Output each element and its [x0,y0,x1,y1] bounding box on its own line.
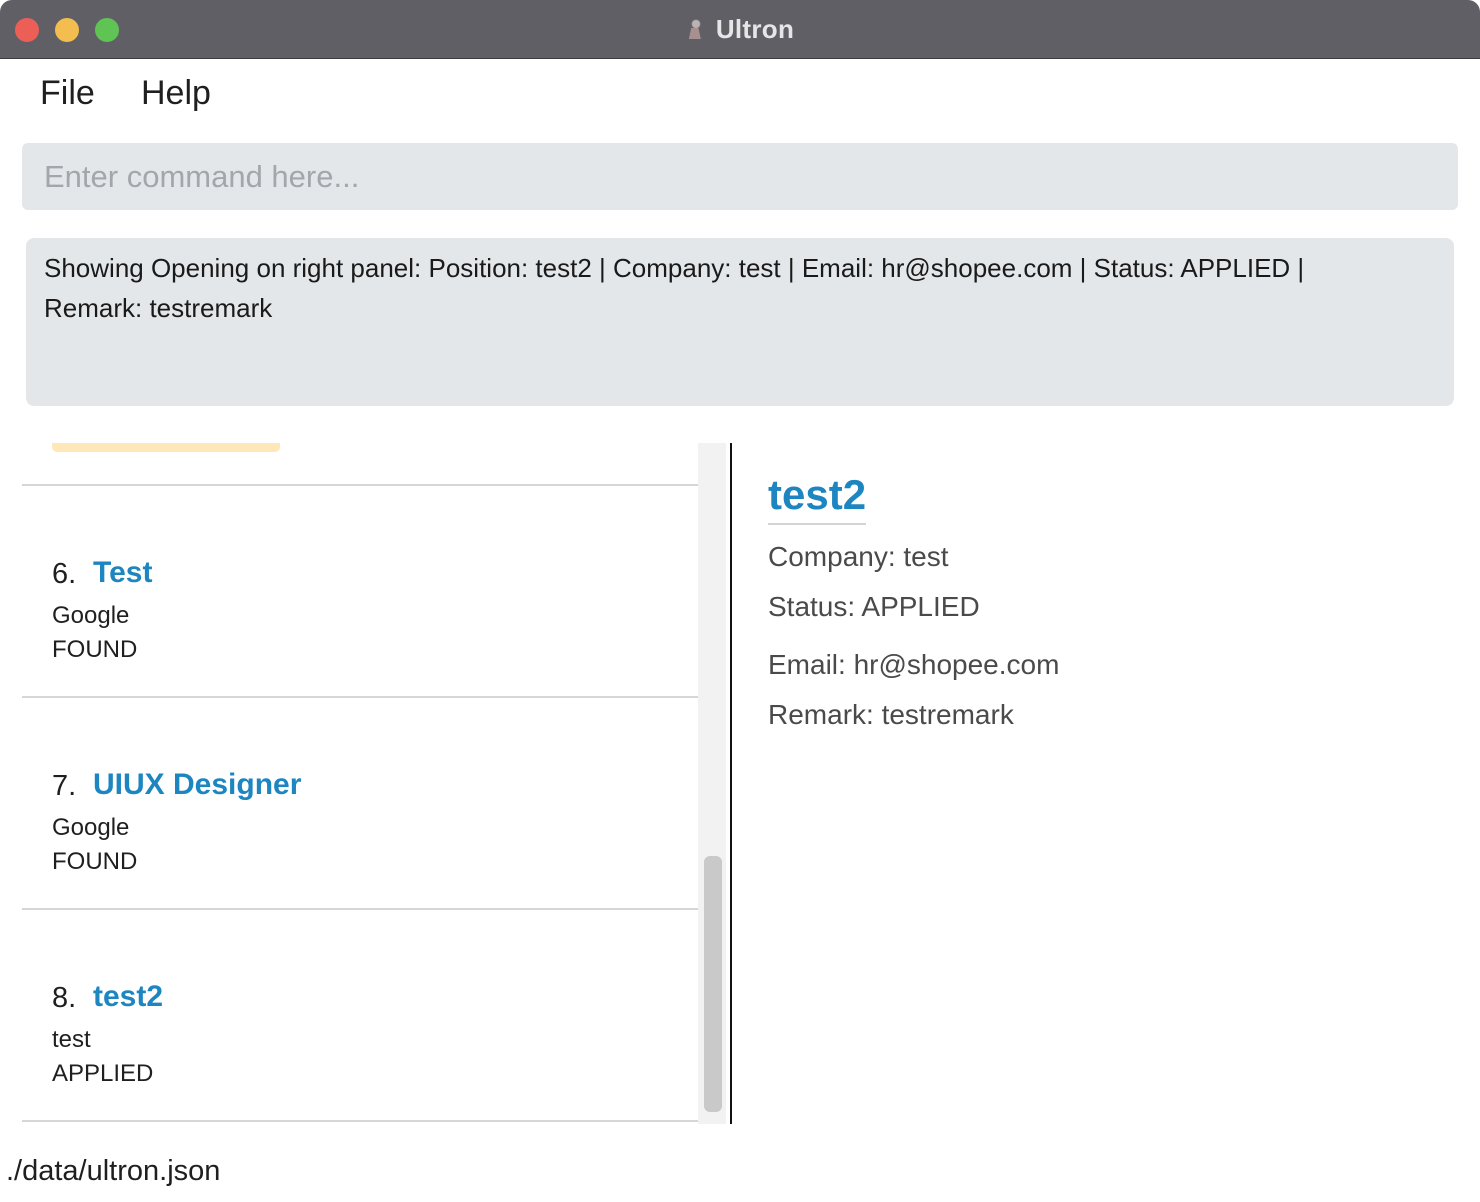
opening-status: FOUND [52,848,138,875]
menu-bar: File Help [0,60,1480,130]
list-divider [22,908,698,910]
title-wrap: Ultron [0,0,1480,58]
opening-status: FOUND [52,636,138,663]
opening-index: 8. [52,982,77,1014]
opening-company: Google [52,814,130,841]
opening-index: 7. [52,770,77,802]
opening-position: Test [93,556,153,589]
opening-list-panel[interactable]: 6. Test Google FOUND 7. UIUX Designer Go… [0,443,726,1124]
app-window: Ultron File Help Showing Opening on righ… [0,0,1480,1202]
result-line-1: Showing Opening on right panel: Position… [44,253,1305,283]
opening-card[interactable]: 8. test2 test APPLIED [22,942,698,1124]
status-bar-file-path: ./data/ultron.json [6,1155,221,1187]
list-divider [22,696,698,698]
opening-company: test [52,1026,91,1053]
menu-file[interactable]: File [40,74,95,113]
detail-company: Company: test [768,541,949,572]
detail-position-title: test2 [768,471,867,525]
partial-card-highlight [52,443,280,452]
opening-index: 6. [52,558,77,590]
list-divider [22,1120,698,1122]
detail-remark: Remark: testremark [768,699,1014,730]
result-line-2: Remark: testremark [44,293,273,323]
opening-position: UIUX Designer [93,768,302,801]
ultron-app-icon [686,18,704,40]
detail-status: Status: APPLIED [768,591,980,622]
title-bar[interactable]: Ultron [0,0,1480,59]
result-display: Showing Opening on right panel: Position… [26,238,1454,406]
detail-email: Email: hr@shopee.com [768,649,1060,680]
list-scrollbar-thumb[interactable] [704,856,722,1112]
opening-company: Google [52,602,130,629]
window-title: Ultron [715,13,795,44]
command-input[interactable] [22,143,1458,210]
list-scrollbar[interactable] [698,443,726,1124]
list-divider [22,484,698,486]
opening-detail-panel: test2 Company: test Status: APPLIED Emai… [732,443,1480,1124]
menu-help[interactable]: Help [141,74,211,113]
opening-status: APPLIED [52,1060,154,1087]
opening-position: test2 [93,980,164,1013]
